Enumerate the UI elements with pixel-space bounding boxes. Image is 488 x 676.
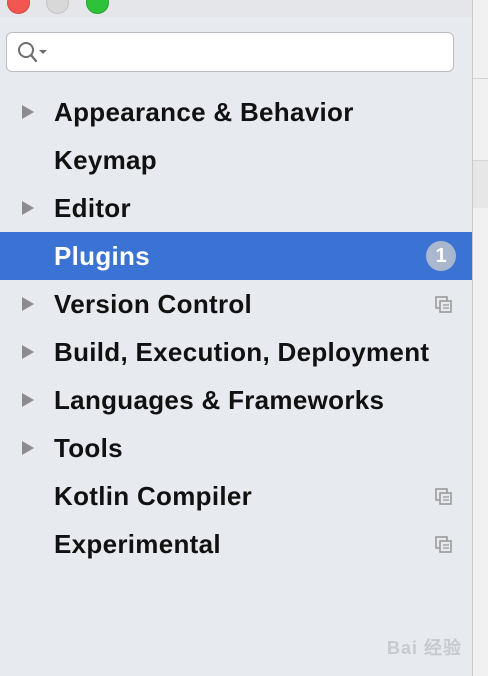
tree-item-appearance-behavior[interactable]: Appearance & Behavior [0,88,472,136]
tree-item-languages-frameworks[interactable]: Languages & Frameworks [0,376,472,424]
tree-item-label: Build, Execution, Deployment [54,336,430,367]
tree-item-label: Tools [54,432,123,463]
tree-item-keymap[interactable]: Keymap [0,136,472,184]
tree-item-experimental[interactable]: Experimental [0,520,472,568]
expand-arrow-icon[interactable] [20,200,36,216]
search-icon[interactable] [16,41,50,63]
tree-item-plugins[interactable]: Plugins 1 [0,232,472,280]
copy-icon [435,536,452,553]
tree-item-editor[interactable]: Editor [0,184,472,232]
expand-arrow-icon[interactable] [20,104,36,120]
tree-item-version-control[interactable]: Version Control [0,280,472,328]
expand-arrow-icon[interactable] [20,344,36,360]
tree-item-label: Plugins [54,240,150,271]
search-input[interactable] [53,37,447,69]
settings-search-field[interactable] [6,32,454,72]
tree-item-label: Appearance & Behavior [54,96,354,127]
copy-icon [435,488,452,505]
tree-item-label: Kotlin Compiler [54,480,253,511]
copy-icon [435,296,452,313]
tree-item-label: Keymap [54,144,157,175]
tree-item-label: Languages & Frameworks [54,384,385,415]
window-title-bar [0,0,472,17]
tree-item-build-execution-deployment[interactable]: Build, Execution, Deployment [0,328,472,376]
zoom-window-button[interactable] [86,0,109,14]
expand-arrow-icon[interactable] [20,296,36,312]
expand-arrow-icon[interactable] [20,440,36,456]
minimize-window-button[interactable] [46,0,69,14]
tree-item-label: Experimental [54,528,221,559]
tree-item-label: Version Control [54,288,253,319]
expand-arrow-icon[interactable] [20,392,36,408]
close-window-button[interactable] [7,0,30,14]
update-count-badge: 1 [426,241,456,271]
divider [473,78,488,79]
settings-content-pane [472,0,488,676]
content-header-strip [473,161,488,208]
tree-item-label: Editor [54,192,131,223]
tree-item-kotlin-compiler[interactable]: Kotlin Compiler [0,472,472,520]
tree-item-tools[interactable]: Tools [0,424,472,472]
settings-tree: Appearance & Behavior Keymap Editor Plug… [0,88,472,568]
watermark: Bai 经验 [386,638,462,658]
